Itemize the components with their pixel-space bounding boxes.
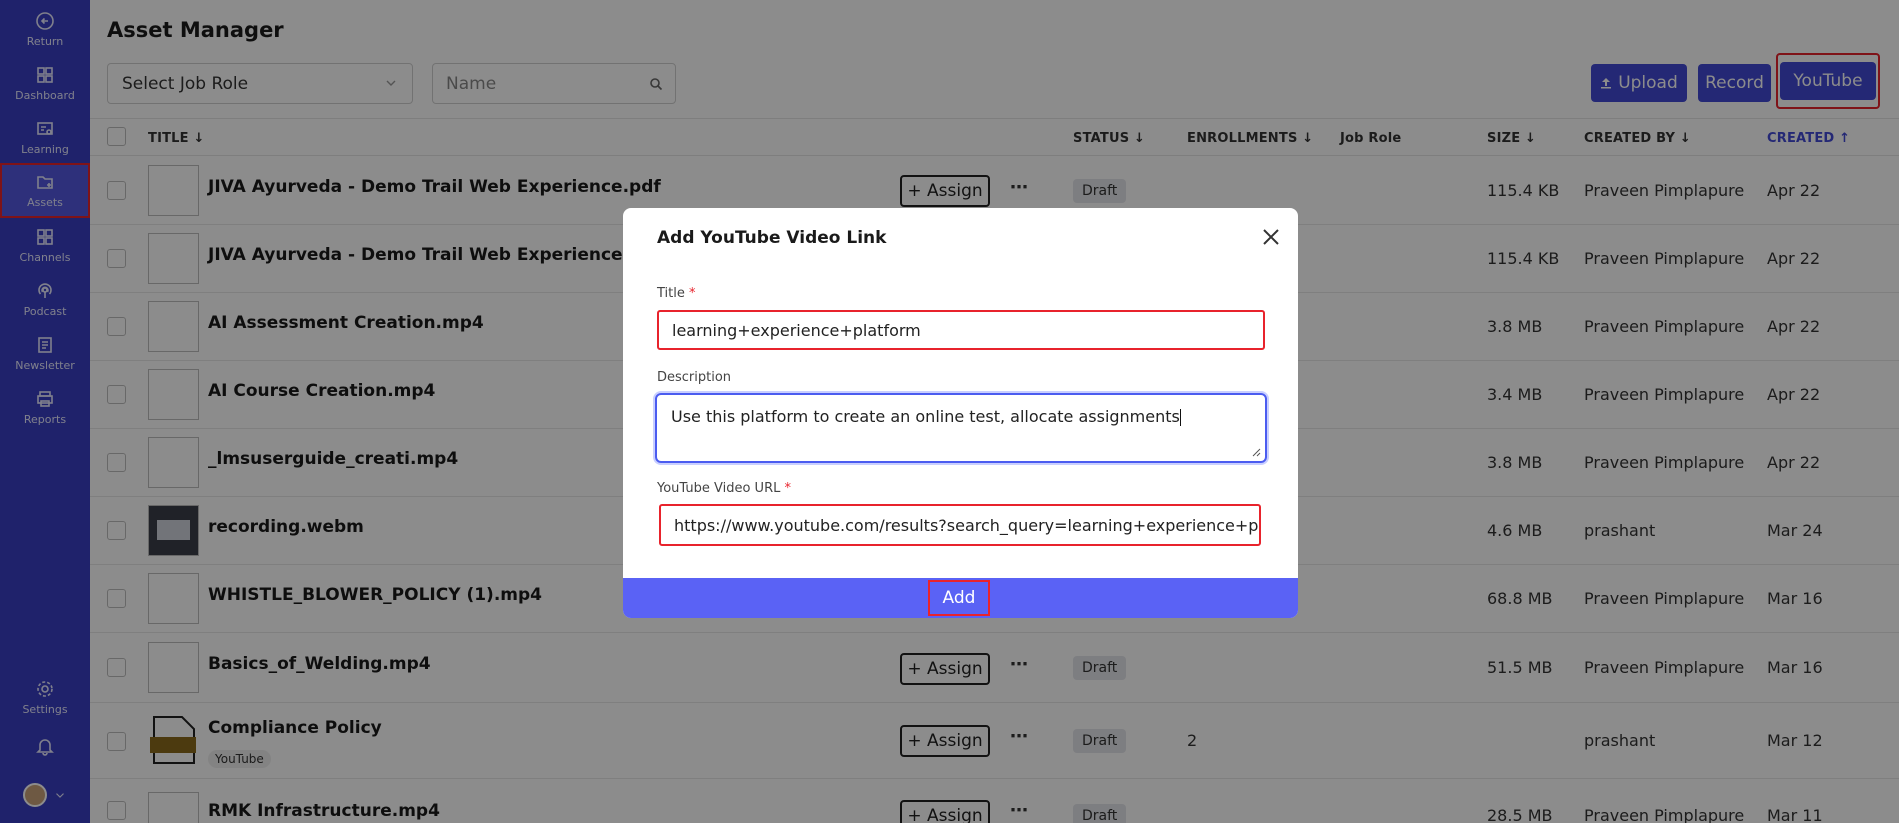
modal-title: Add YouTube Video Link [657,228,887,248]
youtube-url-field[interactable]: https://www.youtube.com/results?search_q… [659,504,1261,546]
resize-handle-icon[interactable] [1251,447,1261,457]
add-button[interactable]: Add [928,580,990,616]
title-field[interactable]: learning+experience+platform [657,310,1265,350]
url-field-label: YouTube Video URL * [657,481,791,496]
title-field-value: learning+experience+platform [672,320,921,340]
youtube-url-field-value: https://www.youtube.com/results?search_q… [674,515,1261,535]
description-field-value: Use this platform to create an online te… [671,407,1180,426]
close-icon[interactable] [1260,226,1282,248]
modal-footer: Add [623,578,1298,618]
title-field-label: Title * [657,286,696,301]
add-youtube-link-modal: Add YouTube Video Link Title * learning+… [623,208,1298,618]
description-field[interactable]: Use this platform to create an online te… [655,393,1267,463]
text-cursor [1179,409,1181,426]
description-field-label: Description [657,370,732,385]
